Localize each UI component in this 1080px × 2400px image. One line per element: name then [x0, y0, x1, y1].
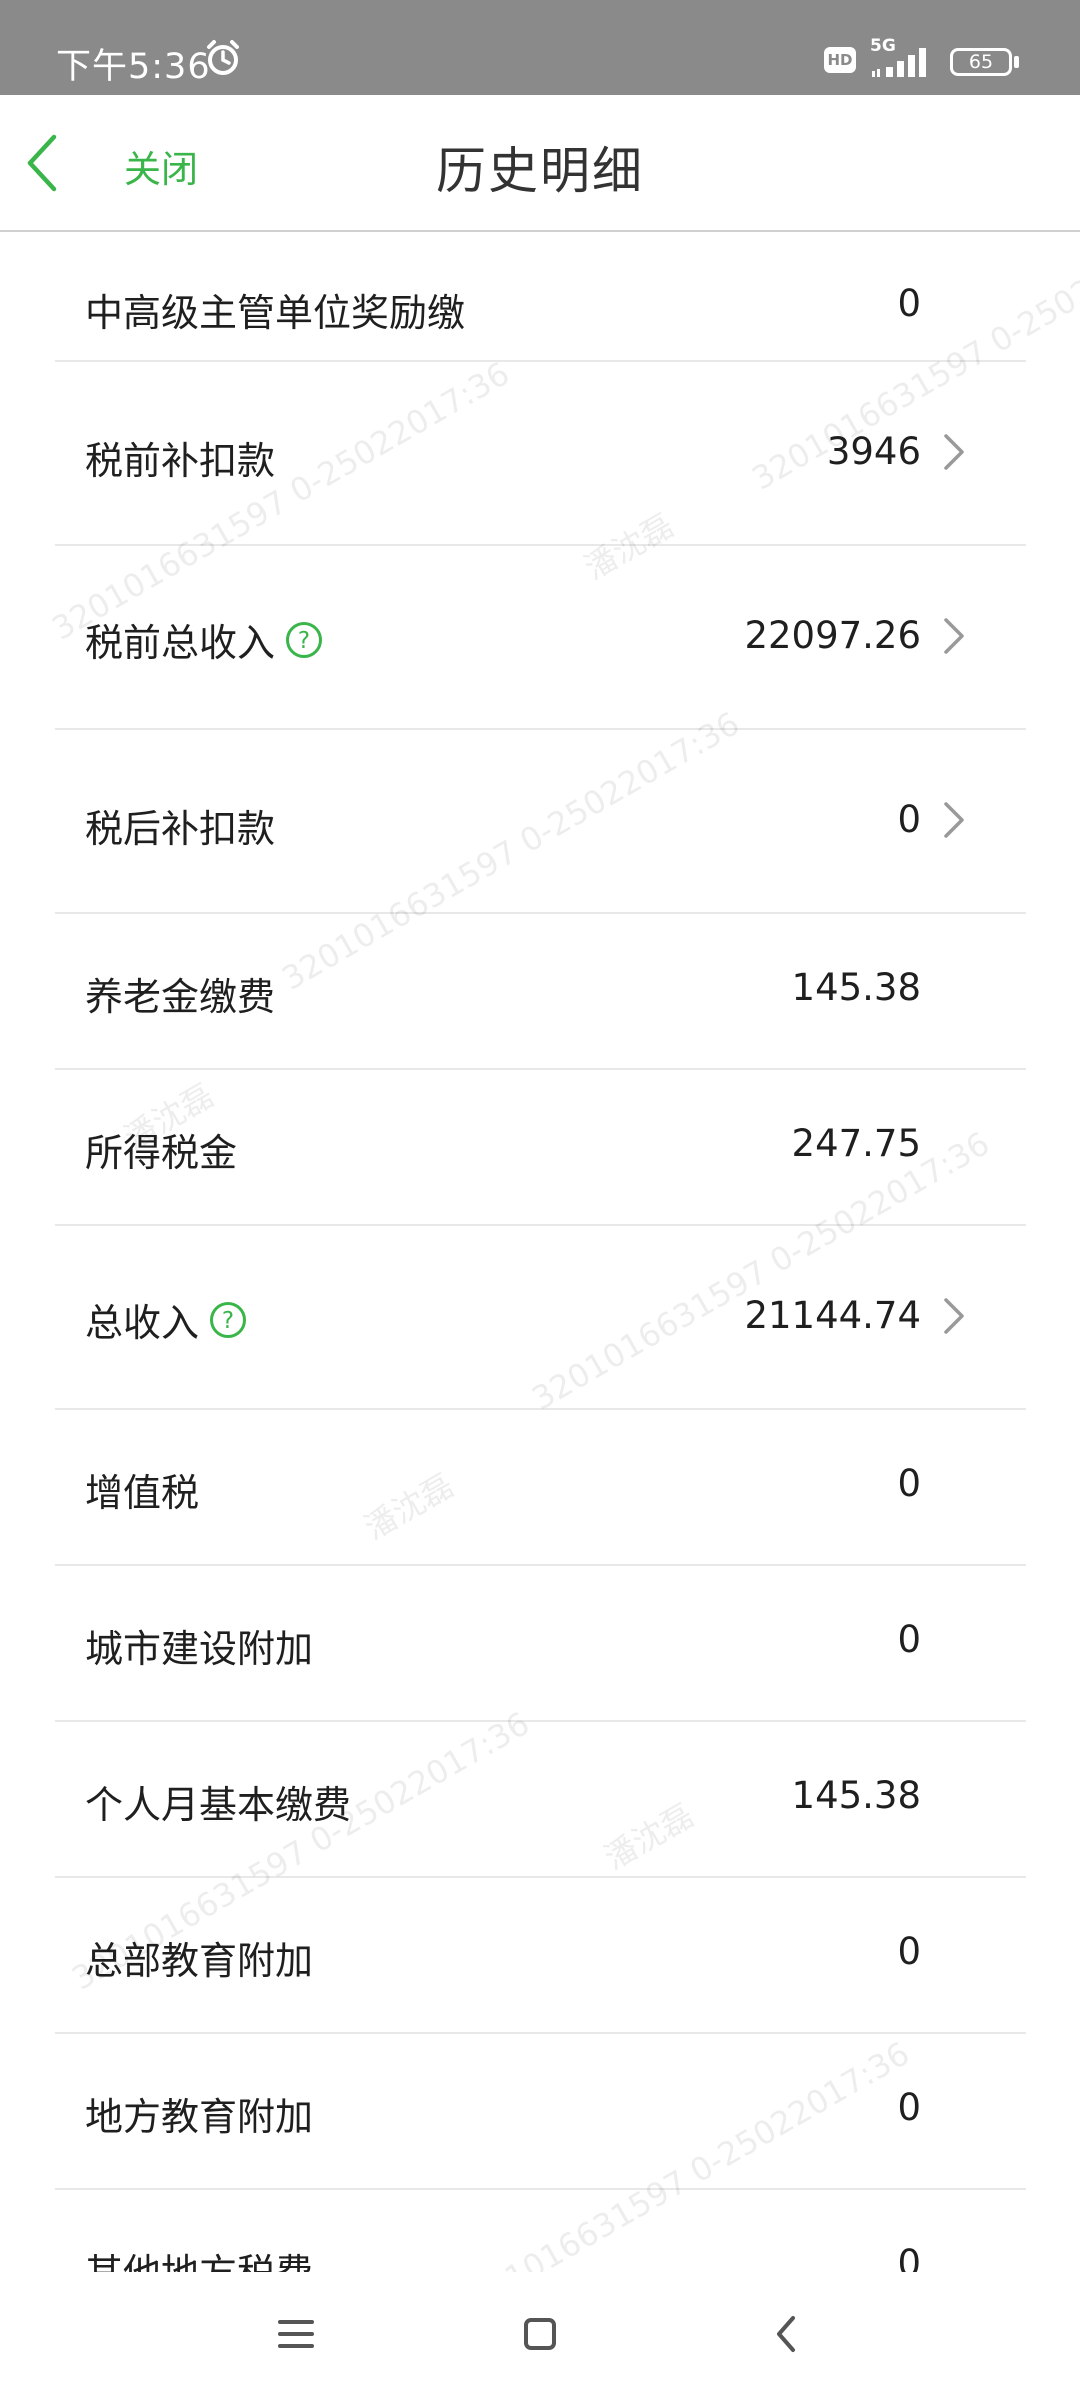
row-label: 税前总收入 ?: [85, 612, 323, 667]
chevron-right-icon: [944, 618, 964, 654]
row-value: 0: [897, 798, 921, 841]
help-icon[interactable]: ?: [285, 621, 323, 659]
row-value: 247.75: [791, 1122, 921, 1165]
svg-text:?: ?: [222, 1308, 234, 1334]
list-item: 个人月基本缴费 145.38: [55, 1722, 1026, 1878]
chevron-right-icon: [944, 434, 964, 470]
list-item-clickable[interactable]: 税前总收入 ? 22097.26: [55, 546, 1026, 730]
row-value: 3946: [826, 430, 921, 473]
row-value: 0: [897, 2086, 921, 2129]
row-label: 城市建设附加: [85, 1627, 314, 1671]
row-label: 中高级主管单位奖励缴: [85, 291, 466, 335]
signal-icon: [872, 48, 926, 77]
home-icon[interactable]: [510, 2304, 570, 2364]
page-title: 历史明细: [436, 142, 644, 200]
list-item-clickable[interactable]: 税前补扣款 3946: [55, 362, 1026, 546]
alarm-icon: [207, 40, 239, 75]
row-value: 0: [897, 2242, 921, 2272]
chevron-right-icon: [944, 1298, 964, 1334]
battery-level: 65: [968, 51, 994, 73]
row-value: 0: [897, 1618, 921, 1661]
row-label: 增值税: [85, 1471, 200, 1515]
list-item: 城市建设附加 0: [55, 1566, 1026, 1722]
row-value: 0: [897, 1930, 921, 1973]
header-bar: 关闭 历史明细: [0, 95, 1080, 232]
row-value: 22097.26: [744, 614, 921, 657]
row-label: 税前补扣款: [85, 439, 276, 483]
row-label: 个人月基本缴费: [85, 1783, 352, 1827]
list-item-clickable[interactable]: 税后补扣款 0: [55, 730, 1026, 914]
battery-icon: 65: [950, 48, 1012, 76]
list-item: 总部教育附加 0: [55, 1878, 1026, 2034]
row-value: 145.38: [791, 966, 921, 1009]
list-item: 地方教育附加 0: [55, 2034, 1026, 2190]
svg-text:?: ?: [298, 628, 310, 654]
row-label: 其他地方税费: [85, 2242, 313, 2272]
row-label: 总部教育附加: [85, 1939, 314, 1983]
row-value: 0: [897, 1462, 921, 1505]
row-label: 养老金缴费: [85, 975, 276, 1019]
chevron-right-icon: [944, 802, 964, 838]
list-item: 增值税 0: [55, 1410, 1026, 1566]
list-item: 中高级主管单位奖励缴 0: [55, 232, 1026, 362]
row-label: 总收入 ?: [85, 1292, 247, 1347]
status-time: 下午5:36: [56, 47, 211, 87]
help-icon[interactable]: ?: [209, 1301, 247, 1339]
row-value: 0: [897, 282, 921, 325]
list-item-clickable[interactable]: 总收入 ? 21144.74: [55, 1226, 1026, 1410]
detail-list: 中高级主管单位奖励缴 0 税前补扣款 3946 税前总收入 ? 22097.26…: [0, 232, 1080, 2272]
list-item: 养老金缴费 145.38: [55, 914, 1026, 1070]
row-label: 所得税金: [85, 1131, 238, 1175]
row-label: 地方教育附加: [85, 2095, 314, 2139]
hd-badge: HD: [824, 47, 856, 73]
menu-icon[interactable]: [266, 2304, 326, 2364]
row-value: 21144.74: [744, 1294, 921, 1337]
status-bar: 下午5:36 HD 5G 65: [0, 0, 1080, 95]
battery-tip: [1014, 56, 1019, 68]
list-item: 其他地方税费 0: [55, 2190, 1026, 2272]
row-label: 税后补扣款: [85, 807, 276, 851]
back-icon[interactable]: [757, 2304, 817, 2364]
list-item: 所得税金 247.75: [55, 1070, 1026, 1226]
system-nav-bar: [0, 2272, 1080, 2400]
row-value: 145.38: [791, 1774, 921, 1817]
